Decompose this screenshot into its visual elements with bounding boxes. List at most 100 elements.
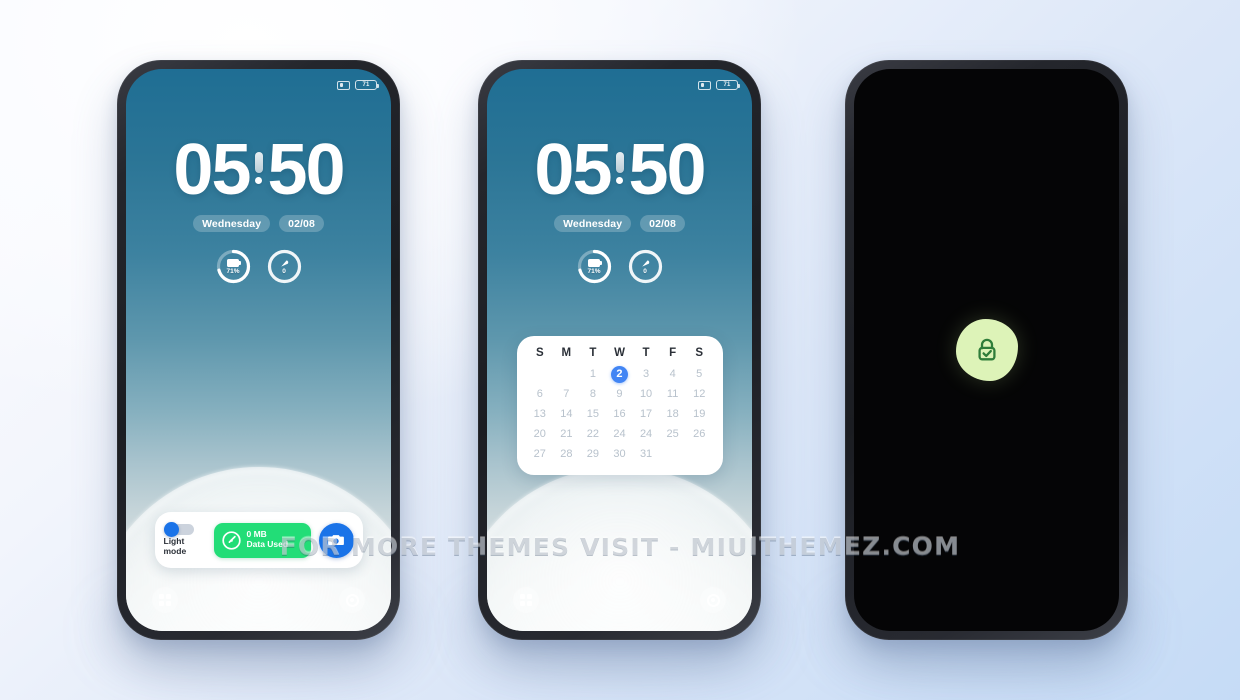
data-pill-text: 0 MB Data Used: [247, 530, 289, 549]
date-chips: Wednesday 02/08: [487, 215, 752, 233]
calendar-day-cell[interactable]: 1: [580, 366, 607, 383]
calendar-day-grid[interactable]: 1 2 3 4 5 6 7 8 9 10 11 12 13 14 15 16 17 18 19 20 21 22 24 24 2…: [527, 366, 713, 463]
phone2-screen: 71 05 50 Wednesday 02/08 71% 0 S M T W T…: [487, 69, 752, 631]
lock-check-icon: [977, 338, 996, 361]
calendar-day-cell[interactable]: 4: [659, 366, 686, 383]
camera-status-icon: [698, 80, 711, 90]
calendar-day-cell[interactable]: 30: [606, 446, 633, 463]
calendar-day-cell[interactable]: 17: [633, 406, 660, 423]
calendar-weekday-0: S: [535, 347, 544, 359]
calendar-day-cell[interactable]: 6: [527, 386, 554, 403]
calendar-day-cell[interactable]: 24: [606, 426, 633, 443]
status-bar: 71: [337, 80, 379, 90]
clock-hours: 05: [173, 130, 251, 210]
app-grid-shortcut[interactable]: [513, 587, 539, 613]
calendar-weekday-3: W: [614, 347, 625, 359]
date-chip: 02/08: [279, 215, 324, 233]
clock-row: 05 50: [126, 130, 391, 210]
app-grid-icon: [519, 593, 533, 607]
calendar-widget[interactable]: SMTWTFS 1 2 3 4 5 6 7 8 9 10 11 12 13 14 15 16 17 18 19 20 2…: [516, 336, 723, 475]
calendar-day-cell[interactable]: 27: [527, 446, 554, 463]
calendar-weekday-4: T: [642, 347, 650, 359]
app-grid-shortcut[interactable]: [152, 587, 178, 613]
calendar-day-cell[interactable]: 26: [686, 426, 713, 443]
phone3-screen: [854, 69, 1119, 631]
clock-hours: 05: [534, 130, 612, 210]
pill-dot-separator-icon: [254, 152, 263, 185]
calendar-blank-cell: [553, 366, 580, 383]
speedometer-icon: [221, 530, 241, 550]
calendar-day-cell[interactable]: 28: [553, 446, 580, 463]
calendar-day-cell[interactable]: 24: [633, 426, 660, 443]
calendar-day-cell[interactable]: 8: [580, 386, 607, 403]
clock-minutes: 50: [267, 130, 346, 210]
calendar-day-cell[interactable]: 15: [580, 406, 607, 423]
data-ring-value: 0: [282, 267, 286, 275]
data-caption: Data Used: [246, 539, 289, 549]
camera-shutter-icon: [706, 593, 720, 607]
camera-status-icon: [337, 80, 350, 90]
data-ring-content: 0: [628, 249, 663, 284]
calendar-day-cell[interactable]: 29: [580, 446, 607, 463]
calendar-day-cell[interactable]: 18: [659, 406, 686, 423]
toggle-label: Light mode: [163, 536, 187, 556]
calendar-day-cell[interactable]: 3: [633, 366, 660, 383]
calendar-day-cell[interactable]: 21: [553, 426, 580, 443]
phone-mockup-3: [845, 60, 1128, 640]
calendar-day-cell[interactable]: 9: [606, 386, 633, 403]
battery-ring-value: 71%: [587, 267, 601, 275]
battery-status-indicator: 71: [355, 80, 379, 90]
data-usage-pill[interactable]: 0 MB Data Used: [213, 522, 311, 558]
calendar-day-cell[interactable]: 14: [553, 406, 580, 423]
pill-dot-separator-icon: [615, 152, 624, 185]
toggle-knob: [163, 522, 179, 538]
separator-pill: [615, 152, 624, 174]
lock-blob[interactable]: [955, 319, 1018, 381]
battery-ring-content: 71%: [577, 249, 612, 284]
calendar-day-cell[interactable]: 12: [686, 386, 713, 403]
calendar-day-cell-selected[interactable]: 2: [606, 366, 633, 383]
calendar-day-cell[interactable]: 19: [686, 406, 713, 423]
separator-dot: [616, 177, 623, 185]
phone-mockup-2: 71 05 50 Wednesday 02/08 71% 0 S M T W T…: [478, 60, 761, 640]
lockscreen-clock: 05 50 Wednesday 02/08 71% 0: [487, 130, 752, 284]
app-grid-icon: [158, 593, 172, 607]
data-ring-widget[interactable]: 0: [628, 249, 663, 284]
ring-widgets: 71% 0: [126, 249, 391, 284]
calendar-day-cell[interactable]: 13: [527, 406, 554, 423]
calendar-day-cell[interactable]: 5: [686, 366, 713, 383]
light-mode-toggle[interactable]: Light mode: [163, 522, 206, 556]
calendar-weekday-1: M: [561, 347, 572, 359]
calendar-blank-cell: [527, 366, 554, 383]
data-ring-widget[interactable]: 0: [267, 249, 302, 284]
calendar-day-cell[interactable]: 31: [633, 446, 660, 463]
calendar-day-cell[interactable]: 11: [659, 386, 686, 403]
calendar-day-cell[interactable]: 7: [553, 386, 580, 403]
calendar-weekday-row: SMTWTFS: [527, 347, 713, 366]
battery-ring-widget[interactable]: 71%: [577, 249, 612, 284]
battery-ring-content: 71%: [216, 249, 251, 284]
separator-pill: [254, 152, 263, 174]
control-card: Light mode 0 MB Data Used: [154, 512, 363, 568]
screenshot-stage: 71 05 50 Wednesday 02/08 71% 0 Light mod…: [0, 0, 1240, 700]
battery-ring-value: 71%: [226, 267, 240, 275]
calendar-weekday-5: F: [669, 347, 677, 359]
phone-mockup-1: 71 05 50 Wednesday 02/08 71% 0 Light mod…: [117, 60, 400, 640]
date-chip: 02/08: [640, 215, 685, 233]
calendar-day-cell[interactable]: 22: [580, 426, 607, 443]
camera-shortcut[interactable]: [700, 587, 726, 613]
calendar-day-cell[interactable]: 25: [659, 426, 686, 443]
calendar-day-cell[interactable]: 16: [606, 406, 633, 423]
battery-ring-widget[interactable]: 71%: [216, 249, 251, 284]
calendar-day-cell[interactable]: 10: [633, 386, 660, 403]
calendar-day-cell[interactable]: 20: [527, 426, 554, 443]
calendar-weekday-6: S: [695, 347, 704, 359]
data-ring-content: 0: [267, 249, 302, 284]
camera-shortcut[interactable]: [339, 587, 365, 613]
toggle-switch-icon[interactable]: [163, 522, 194, 538]
camera-shutter-icon: [345, 593, 359, 607]
camera-button[interactable]: [318, 522, 354, 558]
date-chips: Wednesday 02/08: [126, 215, 391, 233]
weekday-chip: Wednesday: [554, 215, 632, 233]
phone1-screen: 71 05 50 Wednesday 02/08 71% 0 Light mod…: [126, 69, 391, 631]
